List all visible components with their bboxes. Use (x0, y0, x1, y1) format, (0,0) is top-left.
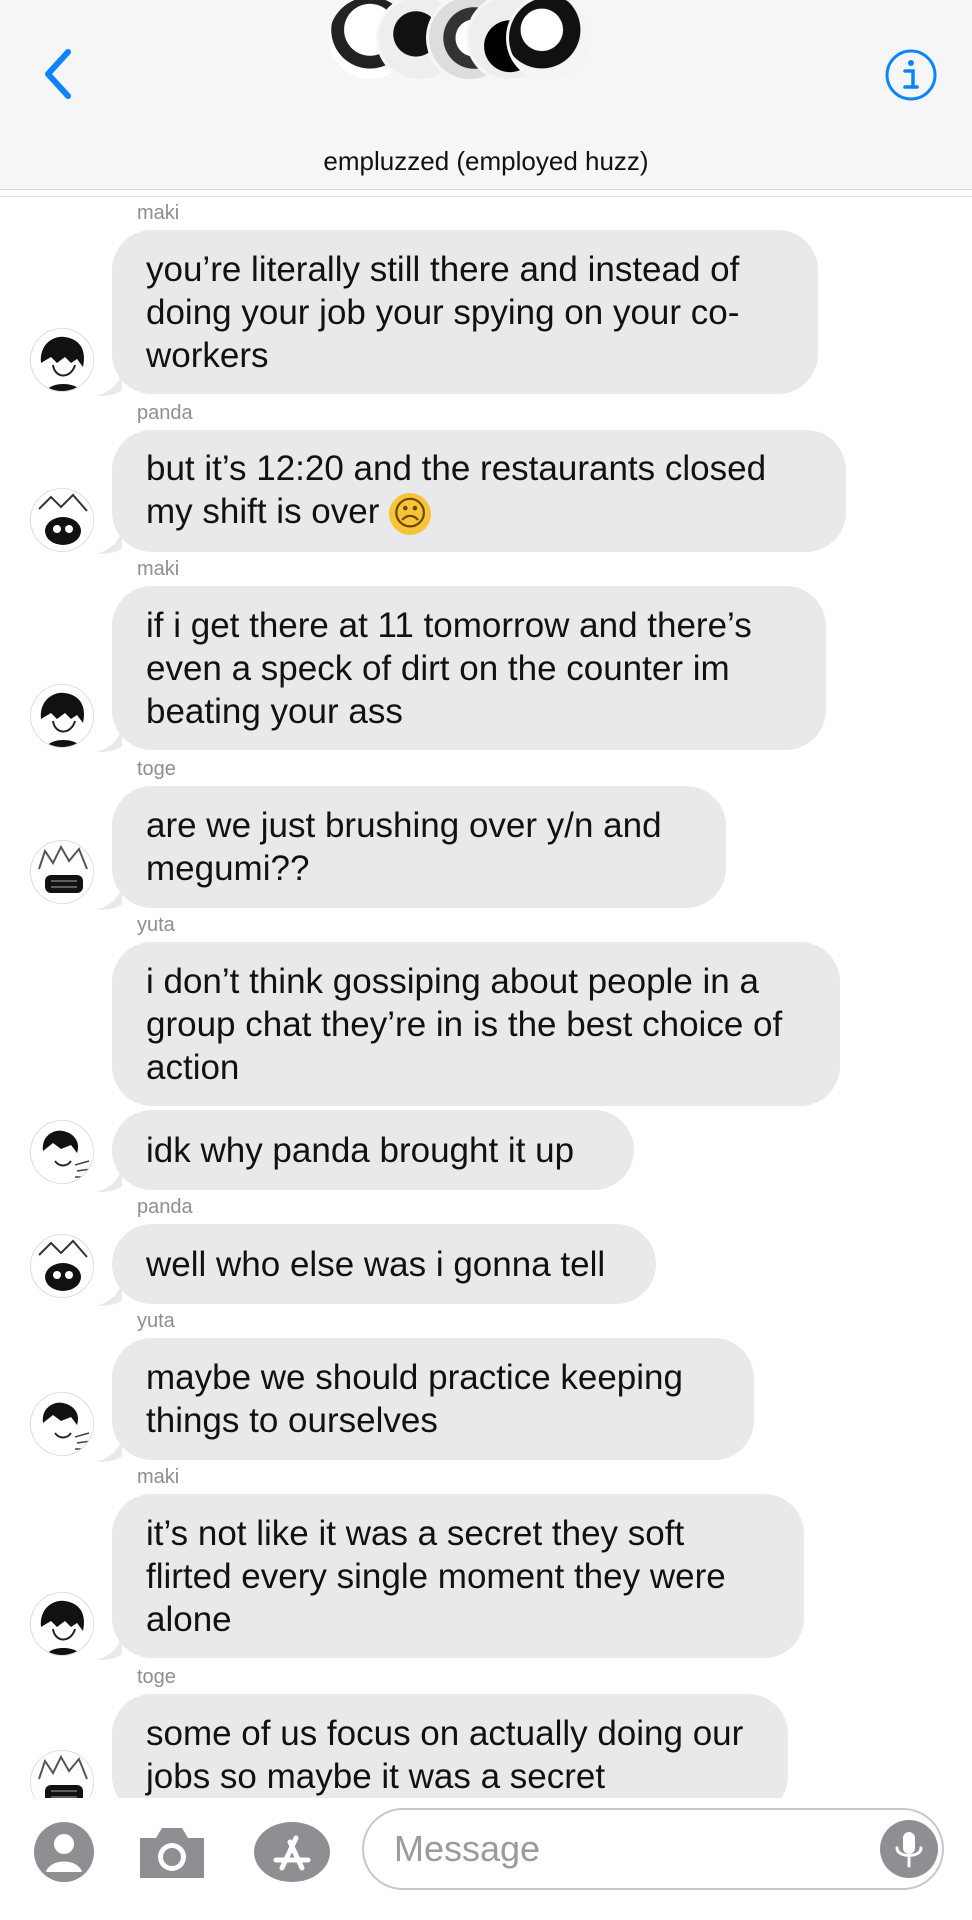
message-text: some of us focus on actually doing our j… (146, 1714, 754, 1796)
sender-name: yuta (137, 1310, 175, 1332)
avatar-yuta[interactable] (30, 1392, 94, 1456)
frowning-face-icon: ☹ (389, 492, 432, 535)
app-store-icon (254, 1822, 330, 1882)
sender-name: maki (137, 558, 180, 580)
sender-name: yuta (137, 914, 175, 936)
bubble-tail (96, 528, 122, 554)
contact-icon (34, 1822, 94, 1882)
message-bubble[interactable]: some of us focus on actually doing our j… (112, 1694, 788, 1798)
group-avatar (506, 0, 594, 82)
bubble-tail (96, 1634, 122, 1660)
back-button[interactable] (36, 44, 82, 104)
contact-button[interactable] (32, 1820, 96, 1884)
avatar-maki[interactable] (30, 328, 94, 392)
message-bubble[interactable]: i don’t think gossiping about people in … (112, 942, 840, 1106)
message-field[interactable] (362, 1808, 944, 1890)
avatar-panda[interactable] (30, 488, 94, 552)
message-bubble[interactable]: well who else was i gonna tell (112, 1224, 656, 1304)
message-bubble[interactable]: it’s not like it was a secret they soft … (112, 1494, 804, 1658)
bubble-tail (96, 1436, 122, 1462)
message-text: maybe we should practice keeping things … (146, 1358, 693, 1440)
message-text: if i get there at 11 tomorrow and there’… (146, 605, 762, 731)
bubble-tail (96, 1280, 122, 1306)
mic-icon (895, 1832, 923, 1868)
sender-name: maki (137, 202, 180, 224)
sender-name: toge (137, 1666, 176, 1688)
conversation-header: empluzzed (employed huzz) (0, 0, 972, 190)
message-bubble[interactable]: but it’s 12:20 and the restaurants close… (112, 430, 846, 552)
bubble-tail (96, 726, 122, 752)
sender-name: maki (137, 1466, 180, 1488)
message-text: you’re literally still there and instead… (146, 249, 750, 375)
avatar-yuta[interactable] (30, 1120, 94, 1184)
message-bubble[interactable]: maybe we should practice keeping things … (112, 1338, 754, 1460)
group-title[interactable]: empluzzed (employed huzz) (0, 146, 972, 177)
message-text: it’s not like it was a secret they soft … (146, 1513, 736, 1639)
message-text: are we just brushing over y/n and megumi… (146, 806, 672, 888)
bubble-tail (96, 884, 122, 910)
composer-bar (0, 1798, 972, 1920)
bubble-tail (96, 1166, 122, 1192)
avatar-panda[interactable] (30, 1234, 94, 1298)
message-text: idk why panda brought it up (146, 1130, 575, 1170)
camera-icon (140, 1828, 204, 1878)
info-icon (885, 49, 937, 101)
avatar-toge[interactable] (30, 1750, 94, 1798)
chevron-left-icon (45, 49, 71, 99)
avatar-maki[interactable] (30, 1592, 94, 1656)
message-input[interactable] (394, 1824, 844, 1874)
message-text: i don’t think gossiping about people in … (146, 961, 792, 1087)
sender-name: toge (137, 758, 176, 780)
apps-button[interactable] (252, 1820, 332, 1884)
message-list[interactable]: maki you’re literally still there and in… (0, 198, 972, 1798)
message-text: well who else was i gonna tell (146, 1244, 606, 1284)
message-bubble[interactable]: if i get there at 11 tomorrow and there’… (112, 586, 826, 750)
avatar-maki[interactable] (30, 684, 94, 748)
sender-name: panda (137, 1196, 193, 1218)
group-avatars[interactable] (326, 0, 596, 82)
bubble-tail (96, 370, 122, 396)
message-bubble[interactable]: idk why panda brought it up (112, 1110, 634, 1190)
avatar-toge[interactable] (30, 840, 94, 904)
info-button[interactable] (884, 48, 938, 102)
divider (0, 196, 972, 197)
sender-name: panda (137, 402, 193, 424)
message-bubble[interactable]: are we just brushing over y/n and megumi… (112, 786, 726, 908)
message-text: but it’s 12:20 and the restaurants close… (146, 449, 776, 532)
camera-button[interactable] (134, 1820, 210, 1884)
message-bubble[interactable]: you’re literally still there and instead… (112, 230, 818, 394)
mic-button[interactable] (880, 1820, 938, 1878)
